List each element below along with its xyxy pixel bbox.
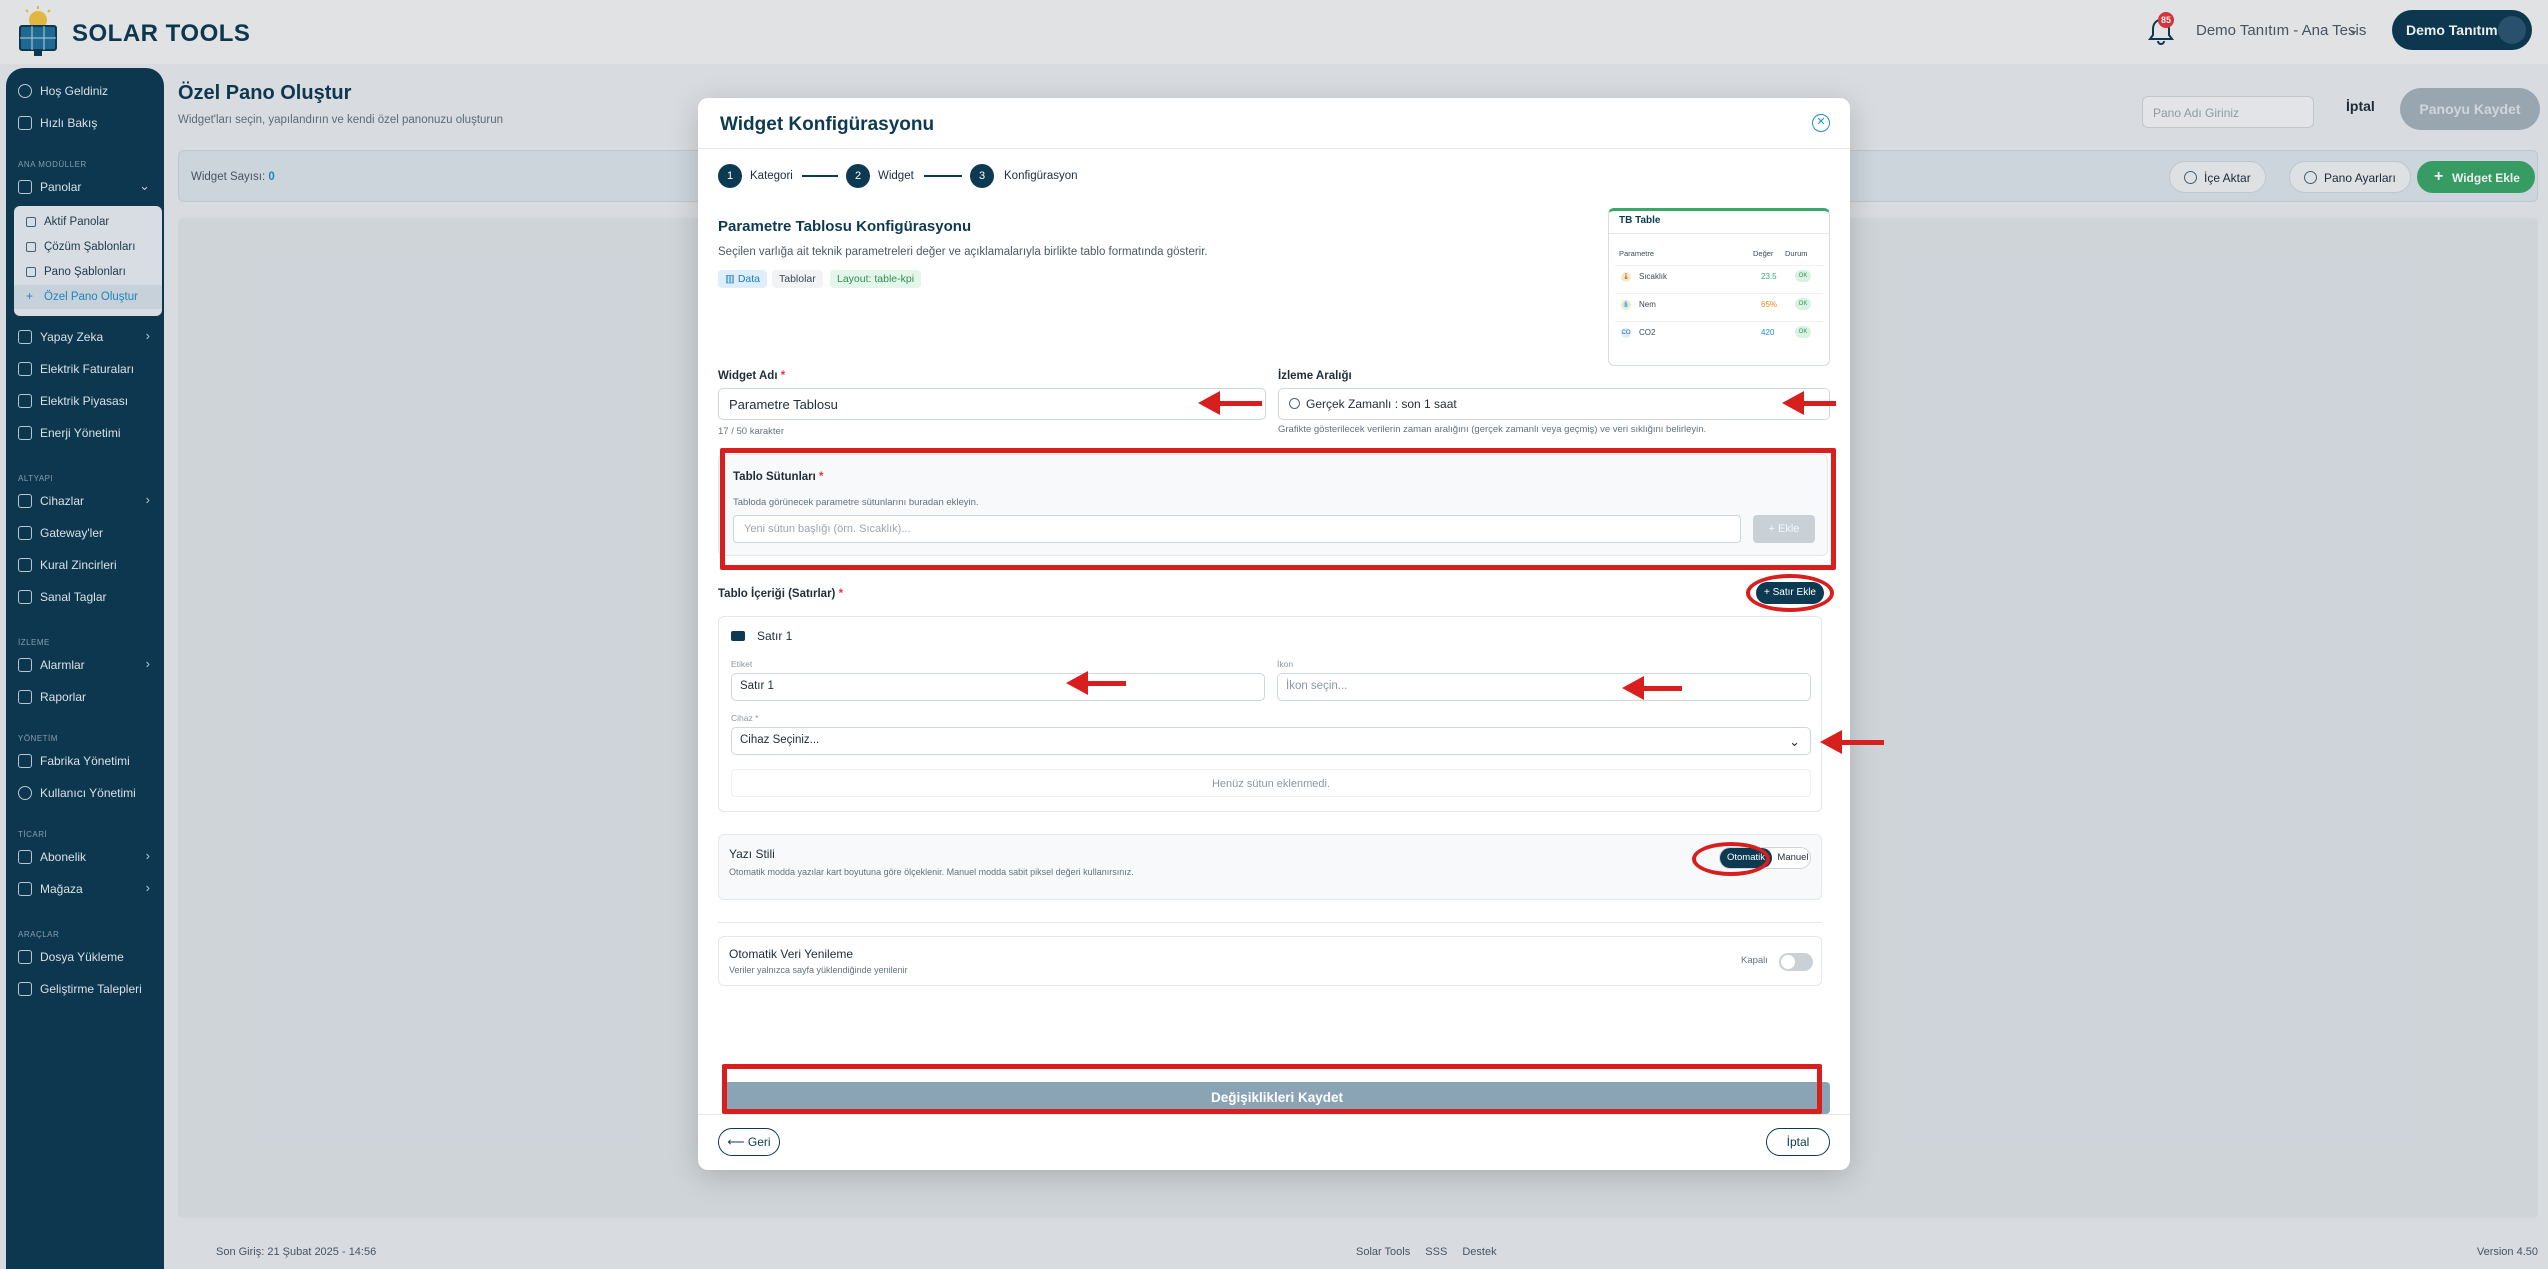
auto-refresh-desc: Veriler yalnızca sayfa yüklendiğinde yen… (729, 965, 908, 975)
font-style-section: Yazı Stili Otomatik modda yazılar kart b… (718, 834, 1822, 900)
annotation-arrow (1066, 671, 1126, 695)
tag-label: Data (737, 273, 761, 285)
auto-refresh-section: Otomatik Veri Yenileme Veriler yalnızca … (718, 936, 1822, 986)
label-text: Widget Adı (718, 370, 778, 382)
widget-preview: TB Table Parametre Değer Durum 🌡 Sıcaklı… (1608, 208, 1830, 366)
chart-icon: ▥ (725, 273, 738, 285)
widget-config-modal: Widget Konfigürasyonu ✕ 1 Kategori 2 Wid… (698, 98, 1850, 1170)
interval-value: Gerçek Zamanlı : son 1 saat (1306, 397, 1457, 411)
step-connector (924, 175, 962, 177)
row-icon-label: İkon (1277, 659, 1294, 669)
co2-icon: CO (1621, 328, 1631, 338)
font-style-title: Yazı Stili (729, 847, 775, 861)
tag-layout: Layout: table-kpi (830, 270, 922, 288)
step-3-dot: 3 (970, 164, 994, 188)
interval-hint: Grafikte gösterilecek verilerin zaman ar… (1278, 424, 1707, 435)
annotation-arrow (1198, 391, 1262, 415)
row-title: Satır 1 (757, 629, 793, 643)
config-section-desc: Seçilen varlığa ait teknik parametreleri… (718, 246, 1208, 258)
auto-refresh-title: Otomatik Veri Yenileme (729, 947, 854, 961)
modal-cancel-button[interactable]: İptal (1766, 1128, 1830, 1156)
annotation-oval-auto (1692, 842, 1770, 876)
tag-data: ▥ Data (718, 270, 768, 288)
font-manual-option[interactable]: Manuel (1776, 848, 1810, 868)
divider (718, 922, 1822, 923)
tag-tables: Tablolar (772, 270, 823, 288)
status-badge: OK (1795, 326, 1811, 338)
preview-row: CO CO2 420 OK (1615, 321, 1823, 343)
clock-icon (1289, 398, 1300, 409)
required-mark: * (780, 370, 786, 382)
label-text: Cihaz (731, 713, 753, 723)
annotation-box-save (722, 1064, 1822, 1114)
rows-label: Tablo İçeriği (Satırlar) * (718, 588, 843, 600)
preview-cell: Sıcaklık (1639, 272, 1668, 281)
widget-name-input[interactable]: Parametre Tablosu (718, 388, 1266, 420)
annotation-arrow (1782, 391, 1836, 415)
annotation-arrow (1820, 730, 1884, 754)
preview-header: Değer (1753, 249, 1774, 258)
preview-header: Durum (1785, 249, 1808, 258)
required-mark: * (838, 588, 844, 600)
step-2-label: Widget (878, 170, 914, 182)
step-1-dot: 1 (718, 164, 742, 188)
back-button[interactable]: ⟵ Geri (718, 1128, 780, 1156)
auto-refresh-switch[interactable] (1779, 953, 1813, 971)
modal-title: Widget Konfigürasyonu (720, 114, 935, 135)
widget-name-label: Widget Adı * (718, 370, 785, 382)
preview-row: 💧 Nem 65% OK (1615, 293, 1823, 315)
required-mark: * (755, 713, 759, 723)
empty-columns-message: Henüz sütun eklenmedi. (731, 769, 1811, 797)
preview-header: Parametre (1619, 249, 1655, 258)
droplet-icon: 💧 (1621, 300, 1631, 310)
status-badge: OK (1795, 270, 1811, 282)
row-card: Satır 1 Etiket Satır 1 İkon İkon seçin..… (718, 616, 1822, 812)
font-style-desc: Otomatik modda yazılar kart boyutuna gör… (729, 867, 1134, 877)
preview-cell: Nem (1639, 300, 1656, 309)
step-connector (802, 175, 838, 177)
device-value: Cihaz Seçiniz... (740, 734, 820, 746)
row-name-label: Etiket (731, 659, 753, 669)
status-badge: OK (1795, 298, 1811, 310)
preview-cell: 420 (1761, 328, 1775, 337)
preview-title: TB Table (1619, 215, 1661, 226)
close-icon[interactable]: ✕ (1812, 114, 1830, 132)
interval-select[interactable]: Gerçek Zamanlı : son 1 saat (1278, 388, 1830, 420)
switch-knob (1781, 955, 1795, 969)
step-2-dot: 2 (846, 164, 870, 188)
divider (1609, 233, 1829, 234)
row-collapse-toggle[interactable] (731, 631, 745, 641)
step-1-label: Kategori (750, 170, 793, 182)
annotation-oval-add-row (1746, 574, 1834, 612)
row-icon-select[interactable]: İkon seçin... (1277, 673, 1811, 701)
widget-name-counter: 17 / 50 karakter (718, 426, 785, 437)
config-section-title: Parametre Tablosu Konfigürasyonu (718, 218, 972, 235)
label-text: Tablo İçeriği (Satırlar) (718, 588, 836, 600)
preview-row: 🌡 Sıcaklık 23.5 OK (1615, 265, 1823, 287)
step-3-label: Konfigürasyon (1004, 170, 1078, 182)
divider (698, 1114, 1850, 1115)
annotation-arrow (1622, 676, 1682, 700)
row-device-label: Cihaz * (731, 713, 758, 723)
row-name-input[interactable]: Satır 1 (731, 673, 1265, 701)
chevron-down-icon: ⌄ (1789, 734, 1800, 749)
annotation-box-columns (720, 448, 1836, 570)
row-device-select[interactable]: Cihaz Seçiniz... ⌄ (731, 727, 1811, 755)
preview-cell: 65% (1761, 300, 1778, 309)
interval-label: İzleme Aralığı (1278, 370, 1352, 382)
auto-refresh-state: Kapalı (1741, 955, 1768, 966)
divider (698, 148, 1850, 149)
preview-cell: CO2 (1639, 328, 1656, 337)
thermometer-icon: 🌡 (1621, 272, 1631, 282)
preview-cell: 23.5 (1761, 272, 1777, 281)
